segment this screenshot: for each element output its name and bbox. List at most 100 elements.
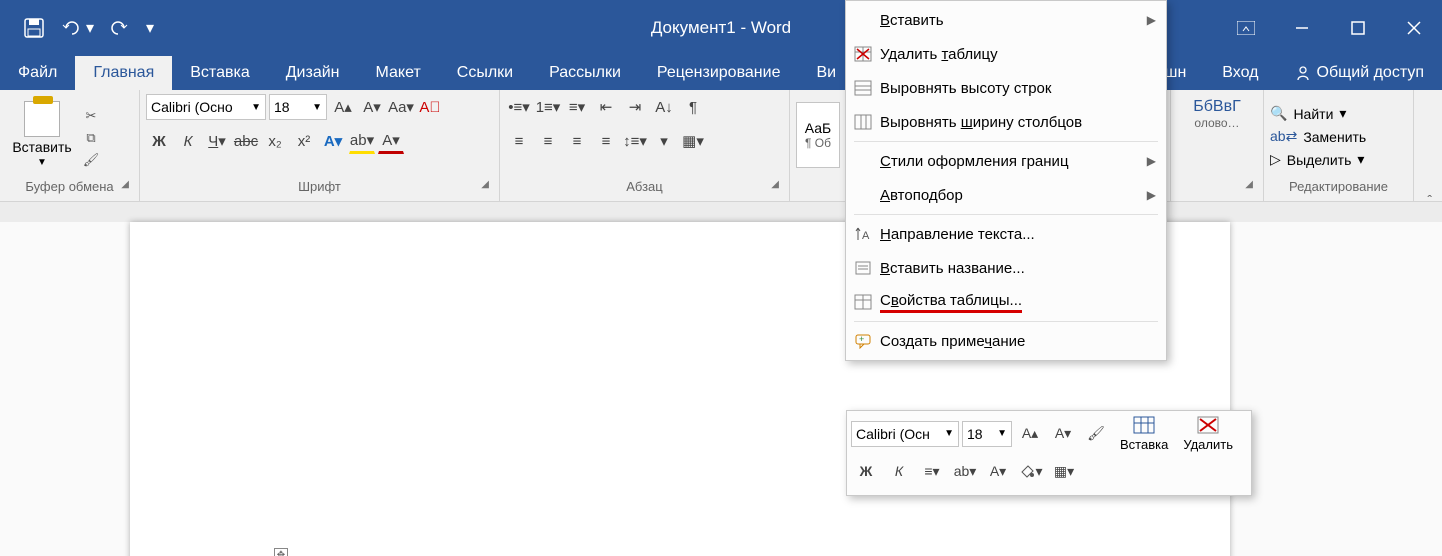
text-effects-icon[interactable]: A▾	[320, 128, 346, 154]
shrink-font-icon[interactable]: A▾	[359, 94, 385, 120]
font-color-icon[interactable]: A▾	[378, 128, 404, 154]
submenu-arrow-icon: ▶	[1147, 154, 1156, 168]
mini-borders-icon[interactable]: ▦▾	[1049, 456, 1079, 486]
tab-mailings[interactable]: Рассылки	[531, 56, 639, 90]
sort-icon[interactable]: A↓	[651, 94, 677, 120]
table-context-menu: Вставить▶ Удалить таблицу Выровнять высоту…	[845, 0, 1167, 361]
paste-button[interactable]: Вставить ▼	[6, 96, 78, 174]
share-button[interactable]: Общий доступ	[1277, 64, 1442, 82]
styles-dialog-launcher[interactable]: ◢	[1245, 179, 1253, 190]
tab-file[interactable]: Файл	[0, 56, 75, 90]
grow-font-icon[interactable]: A▴	[330, 94, 356, 120]
undo-icon[interactable]: ▾	[52, 0, 102, 56]
numbering-icon[interactable]: 1≡▾	[535, 94, 561, 120]
mini-shrink-font-icon[interactable]: A▾	[1048, 419, 1078, 449]
mini-insert-label: Вставка	[1120, 437, 1168, 452]
multilevel-list-icon[interactable]: ≡▾	[564, 94, 590, 120]
copy-icon[interactable]: ⧉	[81, 129, 101, 147]
word-app-icon[interactable]	[0, 0, 16, 56]
tab-references[interactable]: Ссылки	[439, 56, 531, 90]
context-menu-item[interactable]: +Создать примечание	[846, 324, 1166, 358]
mini-italic-icon[interactable]: К	[884, 456, 914, 486]
document-area: ✥ ФИО Телефон Почта Караваев Т.И. +7-999…	[0, 202, 1442, 556]
align-center-icon[interactable]: ≡	[535, 128, 561, 154]
underline-icon[interactable]: Ч▾	[204, 128, 230, 154]
justify-icon[interactable]: ≡	[593, 128, 619, 154]
tab-insert[interactable]: Вставка	[172, 56, 267, 90]
decrease-indent-icon[interactable]: ⇤	[593, 94, 619, 120]
cut-icon[interactable]: ✂	[81, 107, 101, 125]
minimize-button[interactable]	[1274, 0, 1330, 56]
tab-home[interactable]: Главная	[75, 56, 172, 90]
tab-layout[interactable]: Макет	[358, 56, 439, 90]
mini-font-value: Calibri (Осн	[856, 426, 930, 442]
show-hide-marks-icon[interactable]: ¶	[680, 94, 706, 120]
font-size-value: 18	[274, 99, 290, 115]
svg-text:+: +	[859, 334, 864, 344]
bold-icon[interactable]: Ж	[146, 128, 172, 154]
clipboard-dialog-launcher[interactable]: ◢	[121, 179, 129, 190]
context-menu-item[interactable]: Стили оформления границ▶	[846, 144, 1166, 178]
mini-grow-font-icon[interactable]: A▴	[1015, 419, 1045, 449]
paragraph-dialog-launcher[interactable]: ◢	[771, 179, 779, 190]
rows-icon	[846, 80, 880, 96]
strikethrough-icon[interactable]: abc	[233, 128, 259, 154]
font-name-combo[interactable]: Calibri (Осно▼	[146, 94, 266, 120]
font-dialog-launcher[interactable]: ◢	[481, 179, 489, 190]
context-menu-item[interactable]: Вставить название...	[846, 251, 1166, 285]
tab-review[interactable]: Рецензирование	[639, 56, 799, 90]
select-button[interactable]: ▷Выделить ▾	[1270, 151, 1366, 168]
line-spacing-icon[interactable]: ↕≡▾	[622, 128, 648, 154]
save-icon[interactable]	[16, 0, 52, 56]
superscript-icon[interactable]: x²	[291, 128, 317, 154]
tab-design[interactable]: Дизайн	[268, 56, 358, 90]
mini-delete-label: Удалить	[1183, 437, 1233, 452]
mini-bold-icon[interactable]: Ж	[851, 456, 881, 486]
shading-icon[interactable]: ▾	[651, 128, 677, 154]
context-menu-item[interactable]: Автоподбор▶	[846, 178, 1166, 212]
replace-button[interactable]: ab⇄Заменить	[1270, 128, 1366, 145]
mini-font-combo[interactable]: Calibri (Осн▼	[851, 421, 959, 447]
ribbon-display-options-icon[interactable]	[1218, 0, 1274, 56]
mini-format-painter-icon[interactable]: 🖌	[1081, 419, 1111, 449]
context-menu-label: Удалить таблицу	[880, 46, 998, 63]
align-right-icon[interactable]: ≡	[564, 128, 590, 154]
increase-indent-icon[interactable]: ⇥	[622, 94, 648, 120]
context-menu-item[interactable]: Выровнять высоту строк	[846, 71, 1166, 105]
bullets-icon[interactable]: •≡▾	[506, 94, 532, 120]
text-highlight-icon[interactable]: ab▾	[349, 128, 375, 154]
font-size-combo[interactable]: 18▼	[269, 94, 327, 120]
style-normal-cut[interactable]: АаБ ¶ Об	[796, 102, 840, 168]
format-painter-icon[interactable]: 🖌	[81, 151, 101, 169]
maximize-button[interactable]	[1330, 0, 1386, 56]
signin-button[interactable]: Вход	[1204, 64, 1276, 82]
context-menu-item[interactable]: Вставить▶	[846, 3, 1166, 37]
mini-shading-icon[interactable]: ▾	[1016, 456, 1046, 486]
redo-icon[interactable]	[102, 0, 138, 56]
subscript-icon[interactable]: x₂	[262, 128, 288, 154]
clear-formatting-icon[interactable]: A⃠	[417, 94, 443, 120]
change-case-icon[interactable]: Aa▾	[388, 94, 414, 120]
mini-delete-button[interactable]: Удалить	[1177, 415, 1239, 452]
mini-size-combo[interactable]: 18▼	[962, 421, 1012, 447]
cols-icon	[846, 114, 880, 130]
context-menu-item[interactable]: AНаправление текста...	[846, 217, 1166, 251]
mini-insert-button[interactable]: Вставка	[1114, 415, 1174, 452]
context-menu-item[interactable]: Выровнять ширину столбцов	[846, 105, 1166, 139]
align-left-icon[interactable]: ≡	[506, 128, 532, 154]
mini-highlight-icon[interactable]: ab▾	[950, 456, 980, 486]
context-menu-item[interactable]: Свойства таблицы...	[846, 285, 1166, 319]
mini-font-color-icon[interactable]: A▾	[983, 456, 1013, 486]
style-heading-cut[interactable]: БбВвГ олово…	[1183, 94, 1251, 134]
qat-customize-icon[interactable]: ▾	[138, 0, 162, 56]
italic-icon[interactable]: К	[175, 128, 201, 154]
mini-align-icon[interactable]: ≡▾	[917, 456, 947, 486]
table-move-handle[interactable]: ✥	[274, 548, 288, 556]
borders-icon[interactable]: ▦▾	[680, 128, 706, 154]
context-menu-label: Выровнять высоту строк	[880, 80, 1051, 97]
context-menu-item[interactable]: Удалить таблицу	[846, 37, 1166, 71]
comment-icon: +	[846, 333, 880, 349]
close-button[interactable]	[1386, 0, 1442, 56]
context-menu-label: Автоподбор	[880, 187, 963, 204]
find-button[interactable]: 🔍Найти ▾	[1270, 105, 1366, 122]
